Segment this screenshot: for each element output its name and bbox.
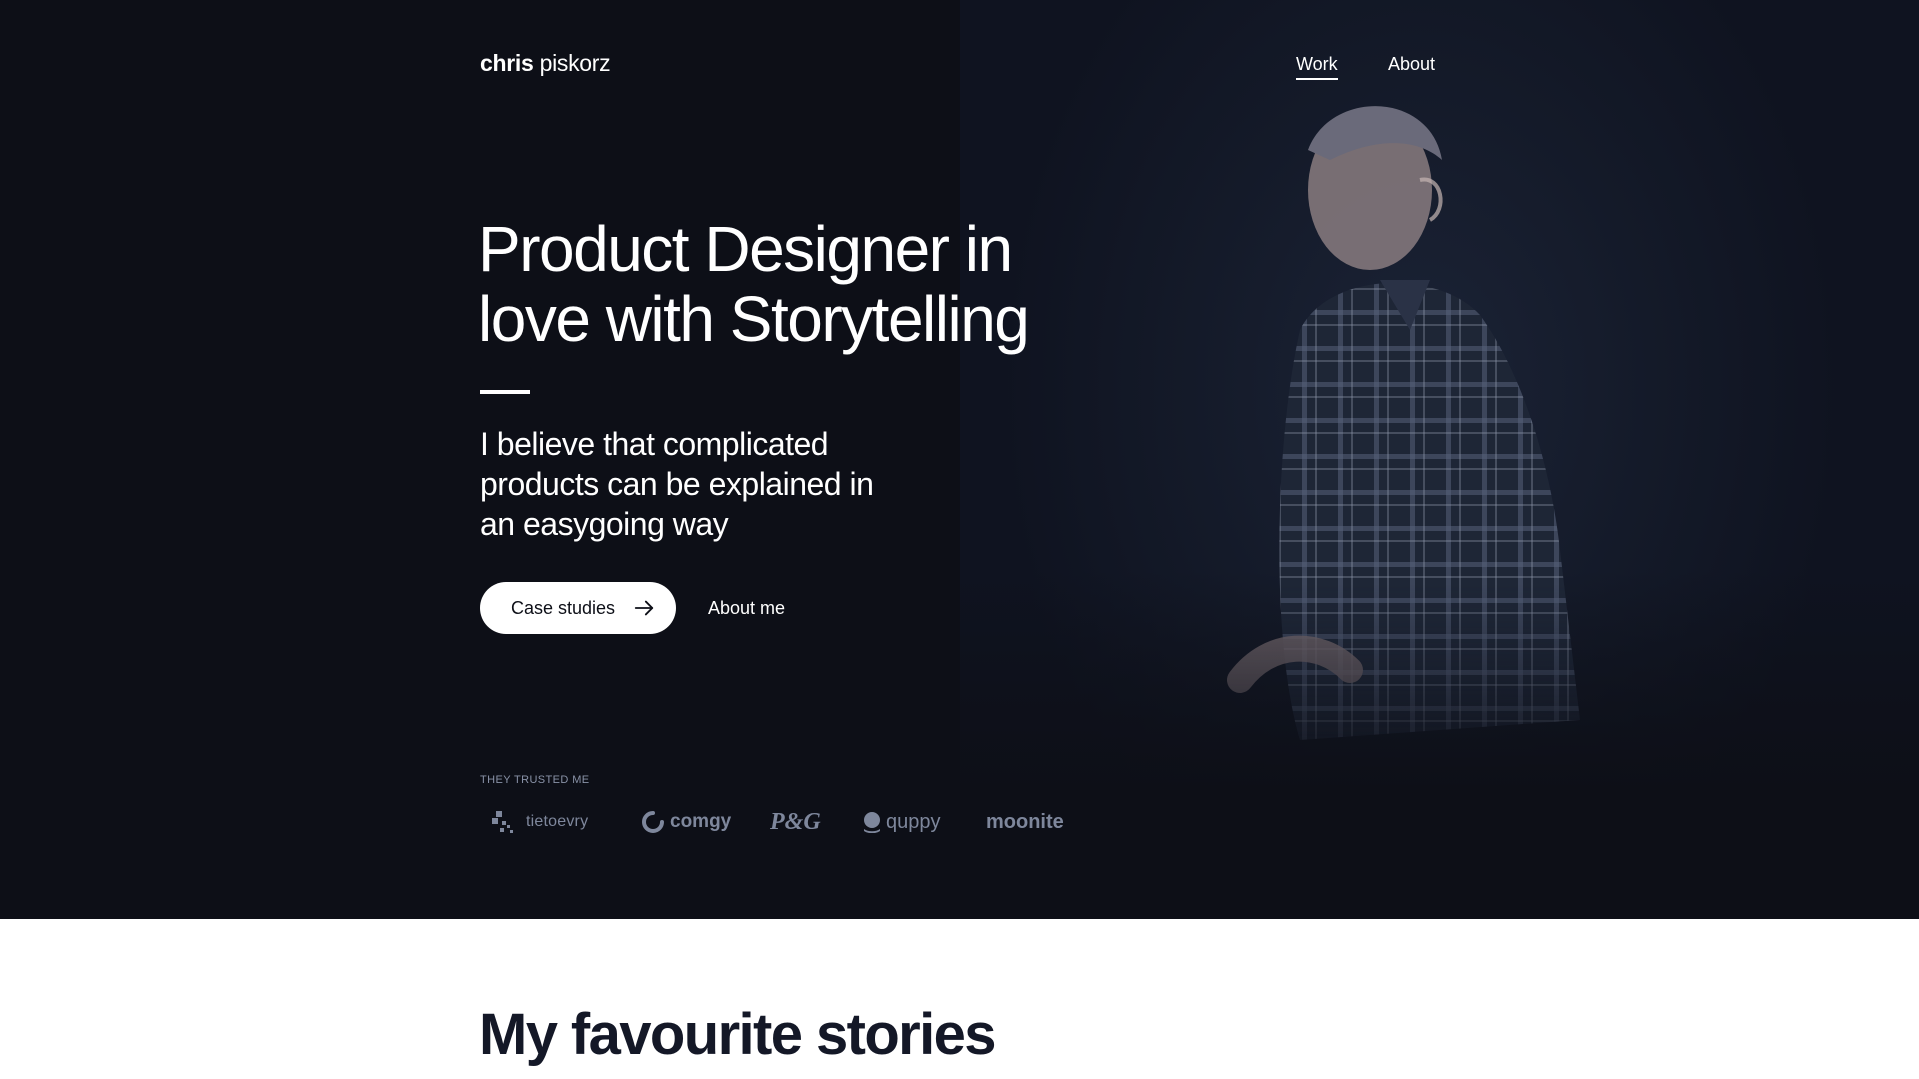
client-logos: tietoevry comgy P&G quppy moonite [480, 806, 1100, 838]
tietoevry-mark-icon [492, 811, 513, 833]
about-me-link[interactable]: About me [708, 596, 785, 620]
quppy-logo: quppy [862, 806, 941, 838]
comgy-ring-icon [642, 811, 664, 833]
case-studies-button[interactable]: Case studies [480, 582, 676, 634]
brand-logo[interactable]: chris piskorz [480, 50, 611, 77]
speaker-photo [1227, 106, 1580, 740]
tietoevry-wordmark: tietoevry [526, 813, 589, 830]
lead-line-2: products can be explained in [480, 466, 874, 502]
headline-divider [480, 390, 530, 394]
quppy-wordmark: quppy [886, 810, 941, 833]
nav-link-work[interactable]: Work [1296, 52, 1338, 80]
arrow-right-icon [634, 600, 654, 616]
quppy-drop-icon [864, 812, 880, 833]
hero-lead: I believe that complicated products can … [480, 424, 920, 544]
trusted-label: THEY TRUSTED ME [480, 774, 590, 786]
moonite-wordmark: moonite [986, 810, 1064, 833]
hero-section: chris piskorz Work About Product Designe… [0, 0, 1919, 919]
moonite-logo: moonite [986, 806, 1064, 838]
lead-line-3: an easygoing way [480, 506, 729, 542]
comgy-logo: comgy [642, 806, 731, 838]
headline-line-1: Product Designer in [478, 213, 1013, 285]
brand-first-name: chris [480, 50, 534, 76]
hero-headline: Product Designer in love with Storytelli… [478, 214, 1118, 354]
lead-line-1: I believe that complicated [480, 426, 829, 462]
nav-link-about[interactable]: About [1388, 52, 1435, 76]
headline-line-2: love with Storytelling [478, 283, 1030, 355]
comgy-wordmark: comgy [670, 811, 732, 832]
case-studies-label: Case studies [511, 597, 616, 618]
tietoevry-logo: tietoevry [490, 806, 588, 838]
pg-wordmark: P&G [770, 808, 821, 835]
stories-section-title: My favourite stories [479, 1002, 997, 1067]
pg-logo: P&G [770, 806, 821, 838]
brand-last-name: piskorz [539, 50, 611, 76]
